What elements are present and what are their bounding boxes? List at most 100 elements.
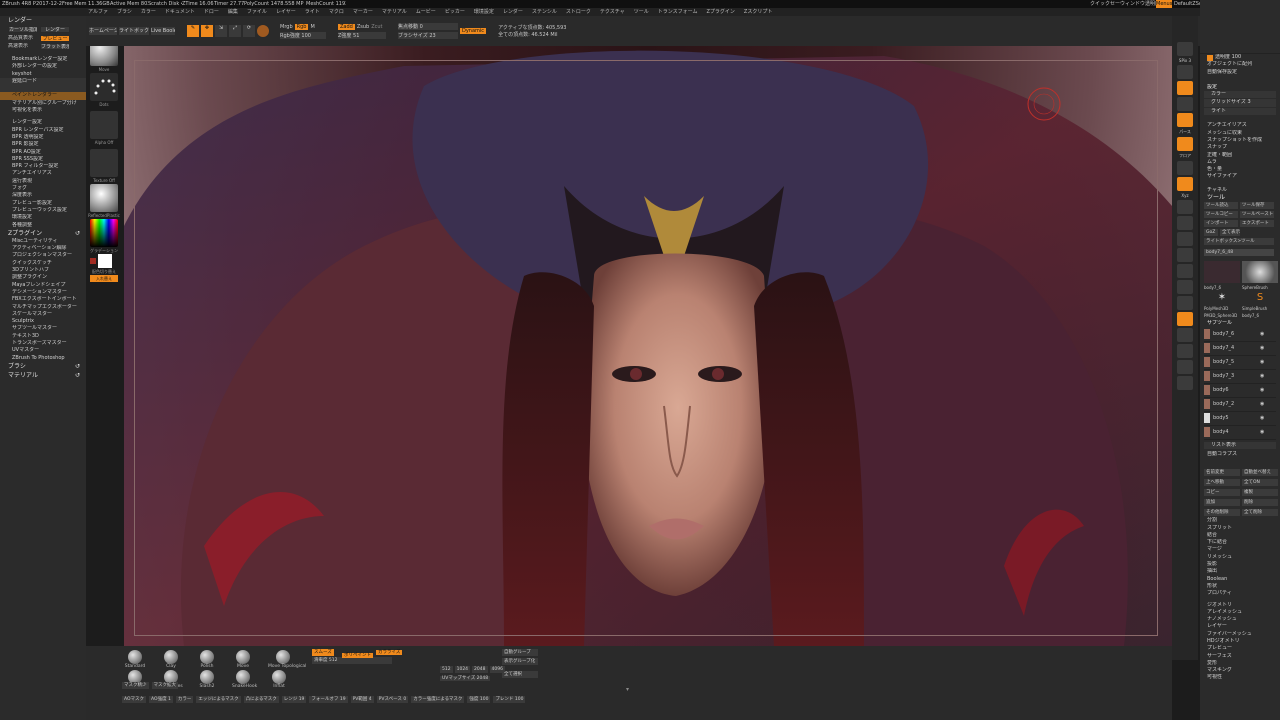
switch-color-button[interactable]: 入れ替え — [90, 275, 118, 282]
transp-icon[interactable] — [1177, 280, 1193, 294]
polypaint-toggle[interactable]: ポリペイント — [342, 653, 373, 658]
setting-item[interactable]: サイファイア — [1200, 173, 1280, 180]
zplugin-palette-title[interactable]: Zプラグイン — [8, 229, 42, 238]
menu-item[interactable]: ムービー — [416, 8, 436, 16]
local-icon[interactable] — [1177, 161, 1193, 175]
delete-all-button[interactable]: 全て削除 — [1242, 509, 1278, 517]
subtool-row[interactable]: body4 ◉ — [1204, 426, 1276, 440]
menu-item[interactable]: 編集 — [228, 8, 238, 16]
menu-item[interactable]: レンダー — [503, 8, 523, 16]
xyz-label[interactable]: Xyz — [1172, 193, 1198, 198]
focal-shift-slider[interactable]: 焦点移動 0 — [398, 23, 458, 30]
draw-mode-icon[interactable]: ✥ — [200, 24, 214, 38]
render-section[interactable]: フォグ — [0, 185, 86, 192]
merge-down-item[interactable]: 結合 — [1200, 532, 1280, 539]
palette-item[interactable]: 自動保存設定 — [1200, 69, 1280, 76]
render-section[interactable]: BPR 透明設定 — [0, 134, 86, 141]
zplugin-item[interactable]: クイックスケッチ — [0, 260, 86, 267]
paint-renderer-slider[interactable]: ペイントレンダラー — [0, 92, 86, 100]
alpha-thumbnail[interactable] — [90, 111, 118, 139]
persp-label[interactable]: パース — [1172, 129, 1198, 135]
lock-icon[interactable] — [1177, 376, 1193, 390]
fast-display-button[interactable]: 高速表示 — [8, 43, 38, 50]
split-section[interactable]: 分割 — [1200, 517, 1280, 524]
paste-tool-button[interactable]: ツールペースト — [1240, 211, 1274, 219]
dynamic-persp-icon[interactable] — [1177, 344, 1193, 358]
settings-title[interactable]: 設定 — [1200, 84, 1280, 91]
render-section[interactable]: BPR フィルター設定 — [0, 163, 86, 170]
setting-slider[interactable] — [1200, 115, 1280, 122]
primary-color-swatch[interactable] — [98, 254, 112, 268]
subtool-row[interactable]: body7_3 ◉ — [1204, 370, 1276, 384]
export-button[interactable]: エクスポート — [1240, 220, 1274, 228]
subtool-title[interactable]: サブツール — [1200, 320, 1280, 327]
select-all-button[interactable]: 全て選択 — [502, 671, 538, 678]
zplugin-item[interactable]: アクティベーション解除 — [0, 245, 86, 252]
setting-item[interactable]: スナップ — [1200, 144, 1280, 151]
menu-item[interactable]: マーカー — [353, 8, 373, 16]
eye-icon[interactable]: ◉ — [1260, 359, 1264, 365]
scale-mode-icon[interactable]: ⤢ — [228, 24, 242, 38]
render-section[interactable]: 深度表示 — [0, 192, 86, 199]
brush-move-topological[interactable]: Move Topological — [268, 650, 306, 669]
render-setting-item[interactable]: 可視化を表示 — [0, 107, 86, 114]
blend-slider[interactable]: ブレンド 100 — [493, 696, 526, 703]
floor-icon[interactable] — [1177, 137, 1193, 151]
menu-item[interactable]: Zプラグイン — [706, 8, 734, 16]
merge-section[interactable]: スプリット — [1200, 525, 1280, 532]
menu-item[interactable]: ファイル — [247, 8, 267, 16]
zplugin-item[interactable]: デシメーションマスター — [0, 289, 86, 296]
menu-item[interactable]: ツール — [634, 8, 649, 16]
zplugin-item[interactable]: テキスト3D — [0, 333, 86, 340]
color-picker[interactable] — [90, 219, 118, 247]
menu-item[interactable]: レイヤー — [276, 8, 296, 16]
polyframe-icon[interactable] — [1177, 360, 1193, 374]
tool-subpalette[interactable]: ナノメッシュ — [1200, 616, 1280, 623]
brush-claytubes[interactable]: Slash2 — [196, 670, 218, 689]
intensity-slider[interactable]: 強度 100 — [467, 696, 491, 703]
convex-mask-button[interactable]: 凸によるマスク — [243, 696, 279, 703]
brush-clay[interactable]: Clay — [160, 650, 182, 669]
render-section[interactable]: BPR SSS設定 — [0, 156, 86, 163]
z-intensity-slider[interactable]: Z強度 51 — [338, 31, 386, 39]
tool-palette-title[interactable]: ツール — [1200, 194, 1280, 201]
secondary-color-swatch[interactable] — [90, 258, 96, 264]
persp-icon[interactable] — [1177, 113, 1193, 127]
eye-icon[interactable]: ◉ — [1260, 387, 1264, 393]
render-setting-item[interactable]: 遅延ロード — [0, 77, 86, 86]
lightbox-button[interactable]: ライトボックス — [118, 26, 150, 36]
menu-item[interactable]: Zスクリプト — [744, 8, 772, 16]
edge-mask-button[interactable]: エッジによるマスク — [196, 696, 241, 703]
tool-subpalette[interactable]: 変形 — [1200, 660, 1280, 667]
linefill-icon[interactable] — [1177, 264, 1193, 278]
render-palette-title[interactable]: レンダー — [0, 16, 86, 25]
render-section[interactable]: プレビューウックス設定 — [0, 207, 86, 214]
subtool-action[interactable]: マージ — [1200, 546, 1280, 553]
zplugin-item[interactable]: FBXエクスポートインポート — [0, 296, 86, 303]
move-mode-icon[interactable]: ⇲ — [214, 24, 228, 38]
subtool-action[interactable]: 下に結合 — [1200, 539, 1280, 546]
mask-shrink-button[interactable]: マスク精少 — [122, 682, 149, 689]
setting-item[interactable]: スナップショットを作成 — [1200, 137, 1280, 144]
simplebrush-icon[interactable]: S — [1242, 292, 1278, 304]
opacity-slider[interactable]: 透明度 100 — [1215, 54, 1241, 61]
zplugin-item[interactable]: 3Dプリントハブ — [0, 267, 86, 274]
xpose-icon[interactable] — [1177, 328, 1193, 342]
swap-color-label[interactable]: 配色切り替え — [87, 268, 121, 275]
brush-slash[interactable]: Polish — [196, 650, 218, 669]
setting-item[interactable]: 正確・範囲 — [1200, 152, 1280, 159]
color-intensity-mask-button[interactable]: カラー強度によるマスク — [411, 696, 465, 703]
menu-item[interactable]: マテリアル — [382, 8, 407, 16]
preview-button[interactable]: プレビュー — [40, 34, 70, 42]
menu-item[interactable]: 環境設定 — [474, 8, 494, 16]
render-section[interactable]: 環境設定 — [0, 214, 86, 221]
grid-size-slider[interactable]: グリッドサイズ 3 — [1204, 99, 1276, 107]
copy-button[interactable]: コピー — [1204, 489, 1240, 497]
zplugin-item[interactable]: スケールマスター — [0, 311, 86, 318]
render-button[interactable]: レンダー — [40, 26, 70, 33]
show-group-button[interactable]: 表示グループ化 — [502, 658, 538, 665]
render-setting-item[interactable]: Bookmarkレンダー設定 — [0, 56, 86, 63]
render-setting-item[interactable] — [0, 85, 86, 93]
gradient-label[interactable]: グラデーション — [87, 247, 121, 254]
move-view-icon[interactable] — [1177, 216, 1193, 230]
